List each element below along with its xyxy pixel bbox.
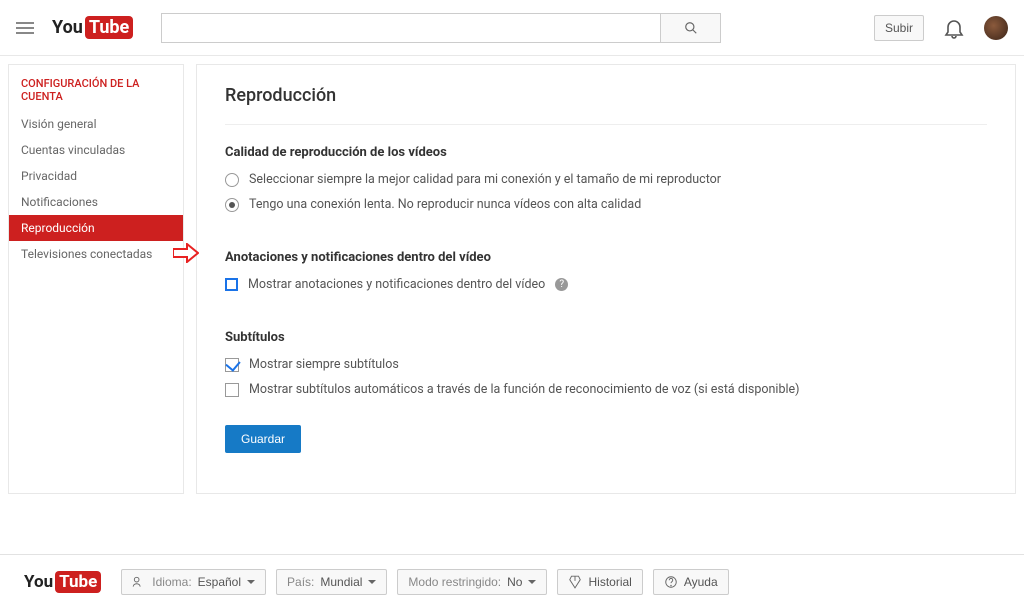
- chevron-down-icon: [528, 580, 536, 584]
- annotations-checkbox[interactable]: [225, 278, 238, 291]
- sidebar-item-playback[interactable]: Reproducción: [9, 215, 183, 241]
- subtitles-auto-label: Mostrar subtítulos automáticos a través …: [249, 382, 800, 397]
- language-icon: [132, 575, 146, 589]
- language-selector[interactable]: Idioma: Español: [121, 569, 266, 595]
- chevron-down-icon: [247, 580, 255, 584]
- quality-option-slow[interactable]: Tengo una conexión lenta. No reproducir …: [225, 197, 987, 212]
- upload-button[interactable]: Subir: [874, 15, 924, 41]
- help-question-icon: [664, 575, 678, 589]
- radio-selected-icon[interactable]: [225, 198, 239, 212]
- annotations-section-title: Anotaciones y notificaciones dentro del …: [225, 250, 987, 265]
- search-input[interactable]: [161, 13, 661, 43]
- help-icon[interactable]: ?: [555, 278, 568, 291]
- menu-icon[interactable]: [16, 18, 36, 38]
- youtube-logo[interactable]: YouTube: [52, 16, 133, 39]
- page-title: Reproducción: [225, 85, 987, 125]
- history-icon: [568, 575, 582, 589]
- quality-section-title: Calidad de reproducción de los vídeos: [225, 145, 987, 160]
- settings-sidebar: CONFIGURACIÓN DE LA CUENTA Visión genera…: [8, 64, 184, 494]
- footer-youtube-logo[interactable]: YouTube: [24, 571, 101, 593]
- top-bar: YouTube Subir: [0, 0, 1024, 56]
- content-panel: Reproducción Calidad de reproducción de …: [196, 64, 1016, 494]
- history-label: Historial: [588, 575, 631, 589]
- subtitles-always-row[interactable]: Mostrar siempre subtítulos: [225, 357, 987, 372]
- quality-option-best[interactable]: Seleccionar siempre la mejor calidad par…: [225, 172, 987, 187]
- country-selector[interactable]: País: Mundial: [276, 569, 387, 595]
- annotations-checkbox-row[interactable]: Mostrar anotaciones y notificaciones den…: [225, 277, 987, 292]
- chevron-down-icon: [368, 580, 376, 584]
- sidebar-title: CONFIGURACIÓN DE LA CUENTA: [9, 65, 183, 111]
- notifications-icon[interactable]: [942, 16, 966, 40]
- restricted-mode-selector[interactable]: Modo restringido: No: [397, 569, 547, 595]
- subtitles-always-checkbox[interactable]: [225, 358, 239, 372]
- main-container: CONFIGURACIÓN DE LA CUENTA Visión genera…: [0, 56, 1024, 514]
- country-key: País:: [287, 575, 314, 589]
- arrow-pointer-icon: [173, 243, 199, 263]
- quality-option-best-label: Seleccionar siempre la mejor calidad par…: [249, 172, 721, 187]
- footer-logo-you: You: [24, 572, 53, 592]
- country-val: Mundial: [320, 575, 362, 589]
- restricted-key: Modo restringido:: [408, 575, 501, 589]
- sidebar-item-overview[interactable]: Visión general: [9, 111, 183, 137]
- subtitles-auto-checkbox[interactable]: [225, 383, 239, 397]
- sidebar-item-privacy[interactable]: Privacidad: [9, 163, 183, 189]
- logo-text-tube: Tube: [85, 16, 133, 39]
- quality-option-slow-label: Tengo una conexión lenta. No reproducir …: [249, 197, 641, 212]
- footer-logo-tube: Tube: [55, 571, 101, 593]
- footer: YouTube Idioma: Español País: Mundial Mo…: [0, 554, 1024, 609]
- help-label: Ayuda: [684, 575, 718, 589]
- search-button[interactable]: [661, 13, 721, 43]
- annotations-checkbox-label: Mostrar anotaciones y notificaciones den…: [248, 277, 545, 292]
- help-button[interactable]: Ayuda: [653, 569, 729, 595]
- sidebar-item-linked-accounts[interactable]: Cuentas vinculadas: [9, 137, 183, 163]
- subtitles-section-title: Subtítulos: [225, 330, 987, 345]
- history-button[interactable]: Historial: [557, 569, 642, 595]
- avatar[interactable]: [984, 16, 1008, 40]
- restricted-val: No: [507, 575, 522, 589]
- topbar-right: Subir: [874, 15, 1008, 41]
- language-val: Español: [198, 575, 241, 589]
- sidebar-item-notifications[interactable]: Notificaciones: [9, 189, 183, 215]
- subtitles-always-label: Mostrar siempre subtítulos: [249, 357, 399, 372]
- search-bar: [161, 13, 721, 43]
- subtitles-auto-row[interactable]: Mostrar subtítulos automáticos a través …: [225, 382, 987, 397]
- save-button[interactable]: Guardar: [225, 425, 301, 453]
- logo-text-you: You: [52, 17, 83, 38]
- language-key: Idioma:: [152, 575, 191, 589]
- search-icon: [684, 21, 698, 35]
- radio-icon[interactable]: [225, 173, 239, 187]
- sidebar-item-connected-tvs[interactable]: Televisiones conectadas: [9, 241, 183, 267]
